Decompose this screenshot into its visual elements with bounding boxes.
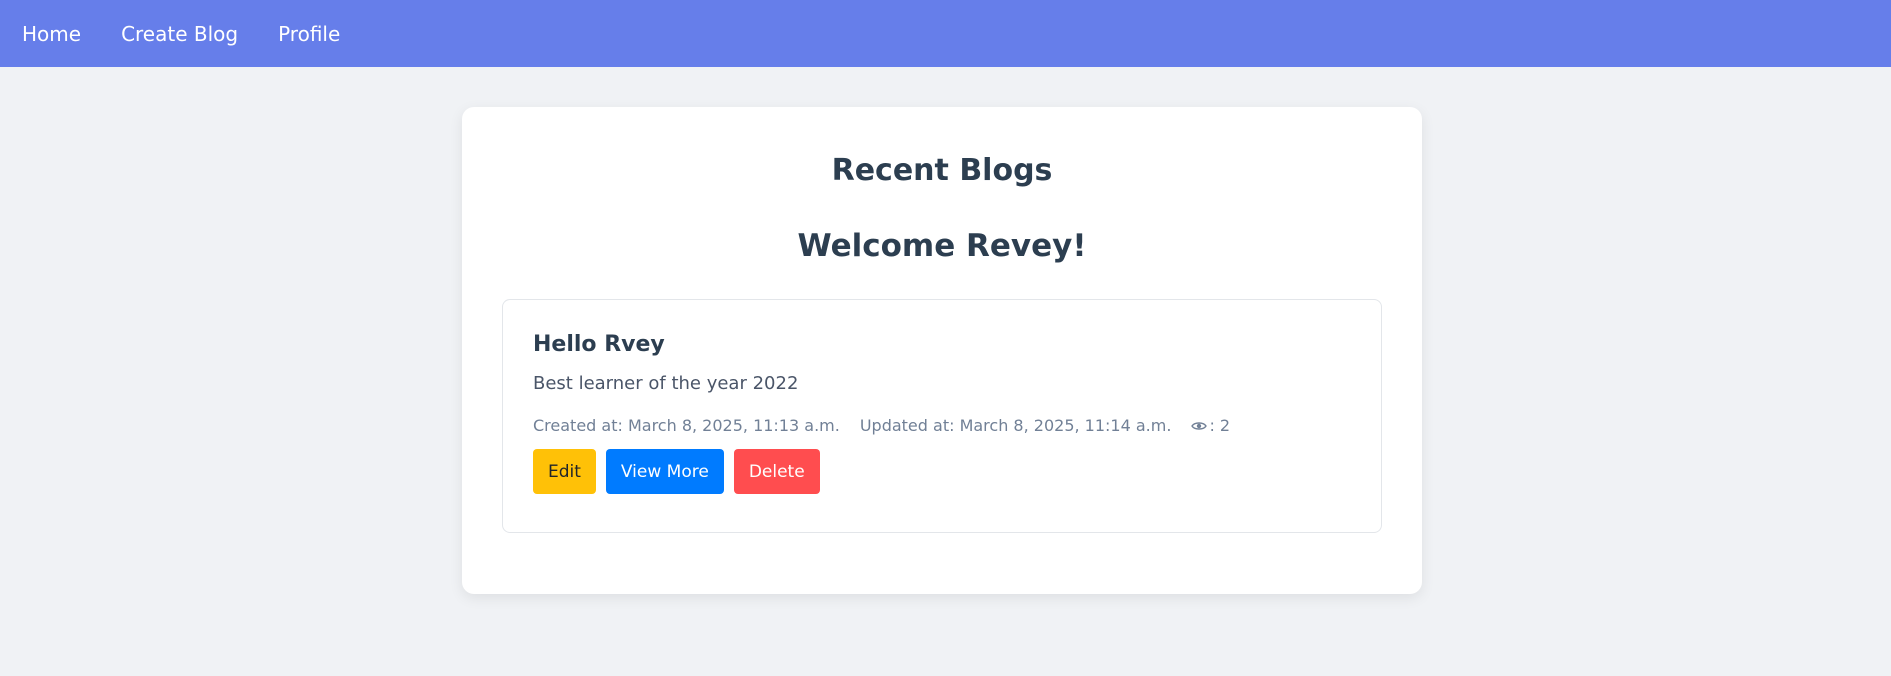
blog-meta: Created at: March 8, 2025, 11:13 a.m. Up… bbox=[533, 416, 1351, 435]
eye-icon bbox=[1191, 421, 1208, 430]
welcome-message: Welcome Revey! bbox=[797, 228, 1087, 264]
view-count: : 2 bbox=[1191, 416, 1230, 435]
blog-actions: Edit View More Delete bbox=[533, 449, 1351, 494]
view-count-value: : 2 bbox=[1209, 416, 1231, 435]
delete-button[interactable]: Delete bbox=[733, 449, 820, 494]
page-title: Recent Blogs bbox=[831, 153, 1053, 188]
blog-description: Best learner of the year 2022 bbox=[533, 373, 799, 394]
blogs-container: Recent Blogs Welcome Revey! Hello Rvey B… bbox=[462, 107, 1422, 594]
nav-create-blog-link[interactable]: Create Blog bbox=[121, 22, 238, 46]
nav-profile-link[interactable]: Profile bbox=[278, 22, 340, 46]
created-at: Created at: March 8, 2025, 11:13 a.m. bbox=[533, 416, 840, 435]
updated-at: Updated at: March 8, 2025, 11:14 a.m. bbox=[859, 416, 1172, 435]
view-more-button[interactable]: View More bbox=[605, 449, 724, 494]
edit-button[interactable]: Edit bbox=[533, 449, 596, 494]
blog-title: Hello Rvey bbox=[533, 332, 665, 357]
navbar: Home Create Blog Profile bbox=[0, 0, 1891, 67]
blog-card: Hello Rvey Best learner of the year 2022… bbox=[502, 299, 1382, 533]
nav-home-link[interactable]: Home bbox=[22, 22, 81, 46]
